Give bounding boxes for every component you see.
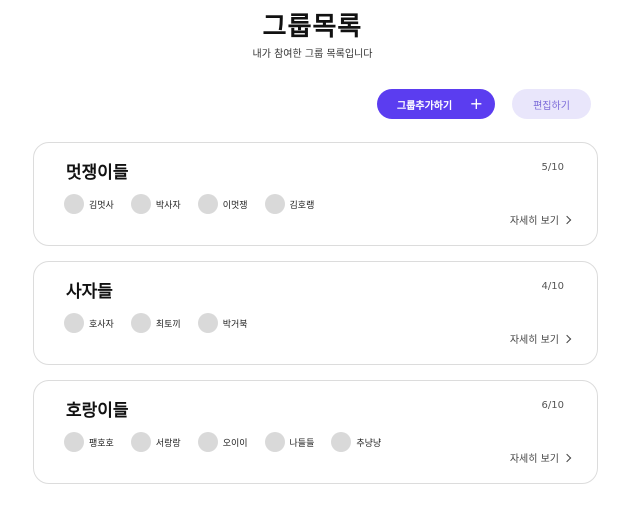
member-name: 팽호호 [89,438,114,449]
detail-label: 자세히 보기 [509,454,559,465]
edit-button[interactable]: 편집하기 [512,89,591,119]
member-list: 팽호호 서랑랑 오이이 나들들 추냥냥 [64,432,398,452]
member-item: 서랑랑 [130,432,181,452]
member-list: 김멋사 박사자 이멋쟁 김호랭 [64,194,331,214]
avatar [64,313,84,333]
member-item: 박거북 [197,313,248,333]
group-card[interactable]: 호랑이들 6/10 팽호호 서랑랑 오이이 나들들 추냥냥 자세히 보기 [33,380,598,484]
member-name: 오이이 [222,438,248,449]
member-item: 호사자 [64,313,114,333]
avatar [64,432,84,452]
chevron-right-icon [562,215,572,224]
avatar [130,313,151,333]
member-list: 호사자 최토끼 박거북 [64,313,265,333]
member-count: 5/10 [541,162,564,173]
group-name: 멋쟁이들 [66,163,129,183]
member-name: 추냥냥 [356,438,382,449]
member-item: 오이이 [197,432,248,452]
add-group-label: 그룹추가하기 [397,100,453,112]
member-name: 이멋쟁 [222,200,248,211]
member-item: 팽호호 [64,432,114,452]
detail-label: 자세히 보기 [509,216,559,227]
group-name: 호랑이들 [66,401,129,421]
member-name: 서랑랑 [155,438,181,449]
member-item: 나들들 [264,432,315,452]
add-group-button[interactable]: 그룹추가하기 + [377,89,495,119]
page-subtitle: 내가 참여한 그룹 목록입니다 [252,49,373,60]
member-item: 이멋쟁 [197,194,248,214]
member-name: 김멋사 [89,200,114,211]
member-name: 김호랭 [289,200,315,211]
page-header: 그룹목록 내가 참여한 그룹 목록입니다 [0,10,625,62]
group-card[interactable]: 멋쟁이들 5/10 김멋사 박사자 이멋쟁 김호랭 자세히 보기 [33,142,598,246]
detail-link[interactable]: 자세히 보기 [509,331,572,346]
member-name: 박사자 [155,200,181,211]
chevron-right-icon [562,453,572,462]
member-count: 6/10 [541,400,564,411]
member-item: 최토끼 [130,313,181,333]
member-count: 4/10 [541,281,564,292]
avatar [197,194,218,214]
page-title: 그룹목록 [262,12,363,42]
member-item: 박사자 [130,194,181,214]
avatar [130,432,151,452]
avatar [197,313,218,333]
chevron-right-icon [562,334,572,343]
avatar [331,432,352,452]
detail-link[interactable]: 자세히 보기 [509,450,572,465]
avatar [130,194,151,214]
member-item: 김호랭 [264,194,315,214]
detail-link[interactable]: 자세히 보기 [509,212,572,227]
avatar [264,194,285,214]
member-name: 호사자 [89,319,114,330]
member-name: 박거북 [222,319,248,330]
avatar [64,194,84,214]
member-item: 추냥냥 [331,432,381,452]
member-name: 나들들 [289,438,315,449]
group-name: 사자들 [66,282,113,302]
plus-icon: + [469,94,483,113]
member-item: 김멋사 [64,194,114,214]
group-card[interactable]: 사자들 4/10 호사자 최토끼 박거북 자세히 보기 [33,261,598,365]
avatar [197,432,218,452]
member-name: 최토끼 [155,319,181,330]
avatar [264,432,285,452]
detail-label: 자세히 보기 [509,335,559,346]
